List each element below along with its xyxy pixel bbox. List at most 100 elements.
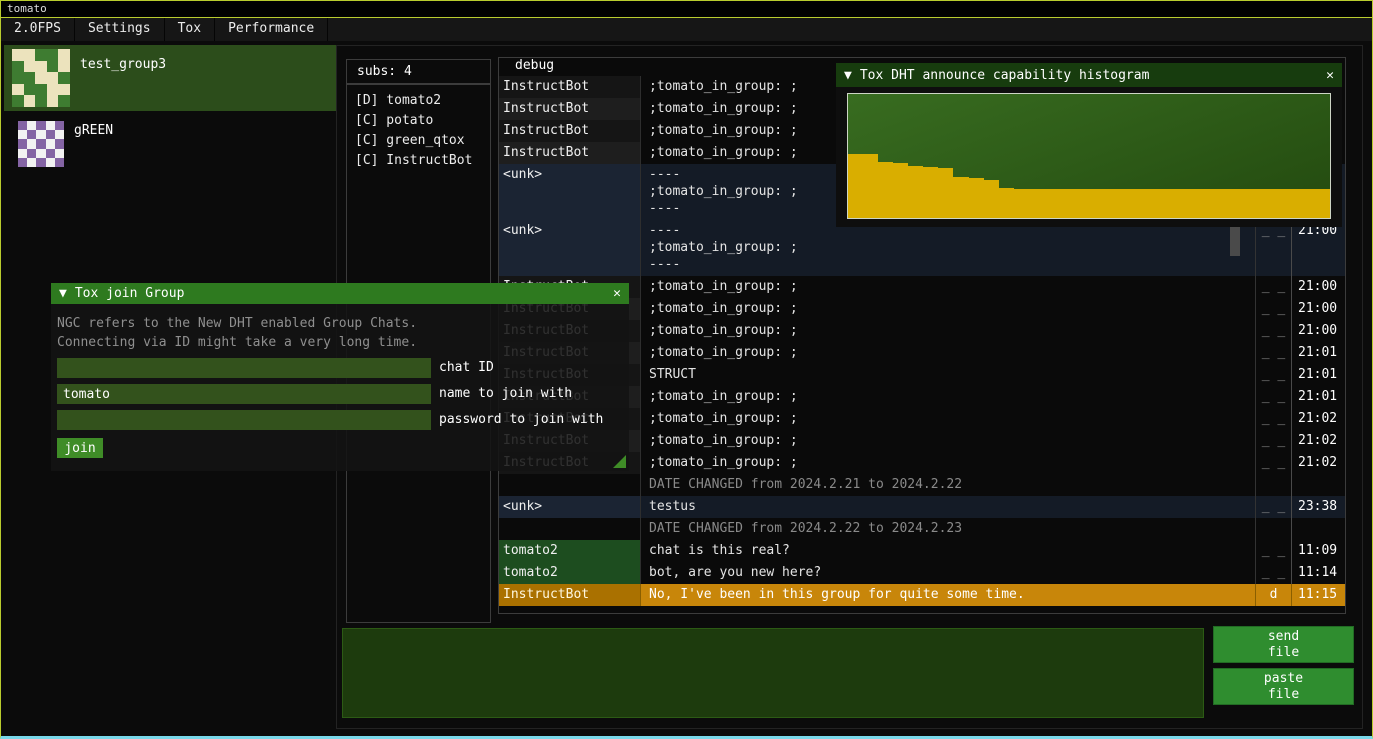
sender-name: InstructBot <box>499 120 641 142</box>
message-text: DATE CHANGED from 2024.2.22 to 2024.2.23 <box>641 518 1255 540</box>
menu-item-performance[interactable]: Performance <box>215 18 328 41</box>
sender-name <box>499 474 641 496</box>
histogram-bar <box>848 154 863 218</box>
histogram-bar <box>1119 189 1134 218</box>
histogram-bar <box>969 178 984 218</box>
date-separator[interactable]: DATE CHANGED from 2024.2.22 to 2024.2.23 <box>499 518 1345 540</box>
menu-item-tox[interactable]: Tox <box>165 18 215 41</box>
collapse-icon[interactable]: ▼ <box>59 286 67 301</box>
sender-name: InstructBot <box>499 98 641 120</box>
histogram-bar <box>863 154 878 218</box>
join-field-label: chat ID <box>439 358 494 378</box>
sender-name: InstructBot <box>499 142 641 164</box>
member-item[interactable]: [C] InstructBot <box>355 151 490 171</box>
member-item[interactable]: [C] green_qtox <box>355 131 490 151</box>
chat-row[interactable]: tomato2bot, are you new here?_ _11:14 <box>499 562 1345 584</box>
avatar-pixel <box>18 121 27 130</box>
histogram-bar <box>1044 189 1059 218</box>
histogram-bar <box>1285 189 1300 218</box>
menu-item-2-0fps[interactable]: 2.0FPS <box>1 18 75 41</box>
sender-name: tomato2 <box>499 562 641 584</box>
subs-header: subs: 4 <box>346 59 491 84</box>
join-fields: chat IDname to join withpassword to join… <box>57 358 629 430</box>
menu-bar: 2.0FPSSettingsToxPerformance <box>1 18 1372 41</box>
avatar-pixel <box>12 72 24 84</box>
avatar-pixel <box>12 84 24 96</box>
histogram-window-titlebar[interactable]: ▼ Tox DHT announce capability histogram … <box>836 63 1342 87</box>
sender-name <box>499 518 641 540</box>
chat-row[interactable]: <unk>testus_ _23:38 <box>499 496 1345 518</box>
join-description: NGC refers to the New DHT enabled Group … <box>57 314 629 352</box>
chat-row[interactable]: <unk>---- ;tomato_in_group: ; ----_ _21:… <box>499 220 1345 276</box>
menu-item-settings[interactable]: Settings <box>75 18 165 41</box>
join-group-window: ▼ Tox join Group ✕ NGC refers to the New… <box>51 283 629 471</box>
histogram-bar <box>984 180 999 218</box>
sender-name: InstructBot <box>499 584 641 606</box>
message-time: 11:15 <box>1291 584 1345 606</box>
histogram-bar <box>1149 189 1164 218</box>
message-text: ;tomato_in_group: ; <box>641 452 1255 474</box>
join-input-chat-id[interactable] <box>57 358 431 378</box>
avatar-pixel <box>27 130 36 139</box>
join-window-titlebar[interactable]: ▼ Tox join Group ✕ <box>51 283 629 304</box>
paste-file-button[interactable]: paste file <box>1213 668 1354 705</box>
avatar-pixel <box>46 158 55 167</box>
histogram-bar <box>1255 189 1270 218</box>
histogram-bar <box>1074 189 1089 218</box>
histogram-bar <box>999 188 1014 218</box>
join-field-row: name to join with <box>57 384 629 404</box>
join-input-name-to-join-with[interactable] <box>57 384 431 404</box>
send-file-button[interactable]: send file <box>1213 626 1354 663</box>
avatar-pixel <box>58 72 70 84</box>
message-flags <box>1255 518 1291 540</box>
histogram-bar <box>1240 189 1255 218</box>
avatar-pixel <box>55 149 64 158</box>
histogram-bar <box>1059 189 1074 218</box>
avatar-pixel <box>36 149 45 158</box>
histogram-bar <box>1029 189 1044 218</box>
message-time: 21:01 <box>1291 364 1345 386</box>
message-text: chat is this real? <box>641 540 1255 562</box>
message-text: DATE CHANGED from 2024.2.21 to 2024.2.22 <box>641 474 1255 496</box>
avatar-pixel <box>24 95 36 107</box>
avatar-pixel <box>35 49 47 61</box>
collapse-icon[interactable]: ▼ <box>844 68 852 83</box>
chat-row[interactable]: tomato2chat is this real?_ _11:09 <box>499 540 1345 562</box>
avatar-pixel <box>55 130 64 139</box>
group-item-test-group3[interactable]: test_group3 <box>4 45 336 111</box>
avatar-pixel <box>27 121 36 130</box>
chat-row[interactable]: InstructBotNo, I've been in this group f… <box>499 584 1345 606</box>
member-item[interactable]: [D] tomato2 <box>355 91 490 111</box>
avatar-pixel <box>46 121 55 130</box>
message-flags: _ _ <box>1255 386 1291 408</box>
close-icon[interactable]: ✕ <box>613 286 621 301</box>
member-item[interactable]: [C] potato <box>355 111 490 131</box>
resize-grip-icon[interactable] <box>613 455 626 468</box>
message-text: ;tomato_in_group: ; <box>641 298 1255 320</box>
group-avatar <box>12 49 70 107</box>
join-window-body: NGC refers to the New DHT enabled Group … <box>51 304 629 471</box>
message-input[interactable] <box>342 628 1204 718</box>
message-flags <box>1255 474 1291 496</box>
message-time: 21:01 <box>1291 386 1345 408</box>
message-time: 21:02 <box>1291 408 1345 430</box>
avatar-pixel <box>24 61 36 73</box>
sender-name: InstructBot <box>499 76 641 98</box>
join-input-password-to-join-with[interactable] <box>57 410 431 430</box>
avatar-pixel <box>36 139 45 148</box>
join-button[interactable]: join <box>57 438 103 458</box>
message-time: 21:00 <box>1291 298 1345 320</box>
avatar-pixel <box>24 49 36 61</box>
date-separator[interactable]: DATE CHANGED from 2024.2.21 to 2024.2.22 <box>499 474 1345 496</box>
sender-name: <unk> <box>499 496 641 518</box>
group-item-green[interactable]: gREEN <box>4 111 336 177</box>
histogram-bar <box>953 177 968 218</box>
avatar-pixel <box>27 158 36 167</box>
message-text: ;tomato_in_group: ; <box>641 276 1255 298</box>
app-window: tomato 2.0FPSSettingsToxPerformance test… <box>0 0 1373 739</box>
close-icon[interactable]: ✕ <box>1326 68 1334 83</box>
avatar-pixel <box>27 139 36 148</box>
avatar-pixel <box>35 61 47 73</box>
message-text: ;tomato_in_group: ; <box>641 430 1255 452</box>
histogram-bar <box>1089 189 1104 218</box>
